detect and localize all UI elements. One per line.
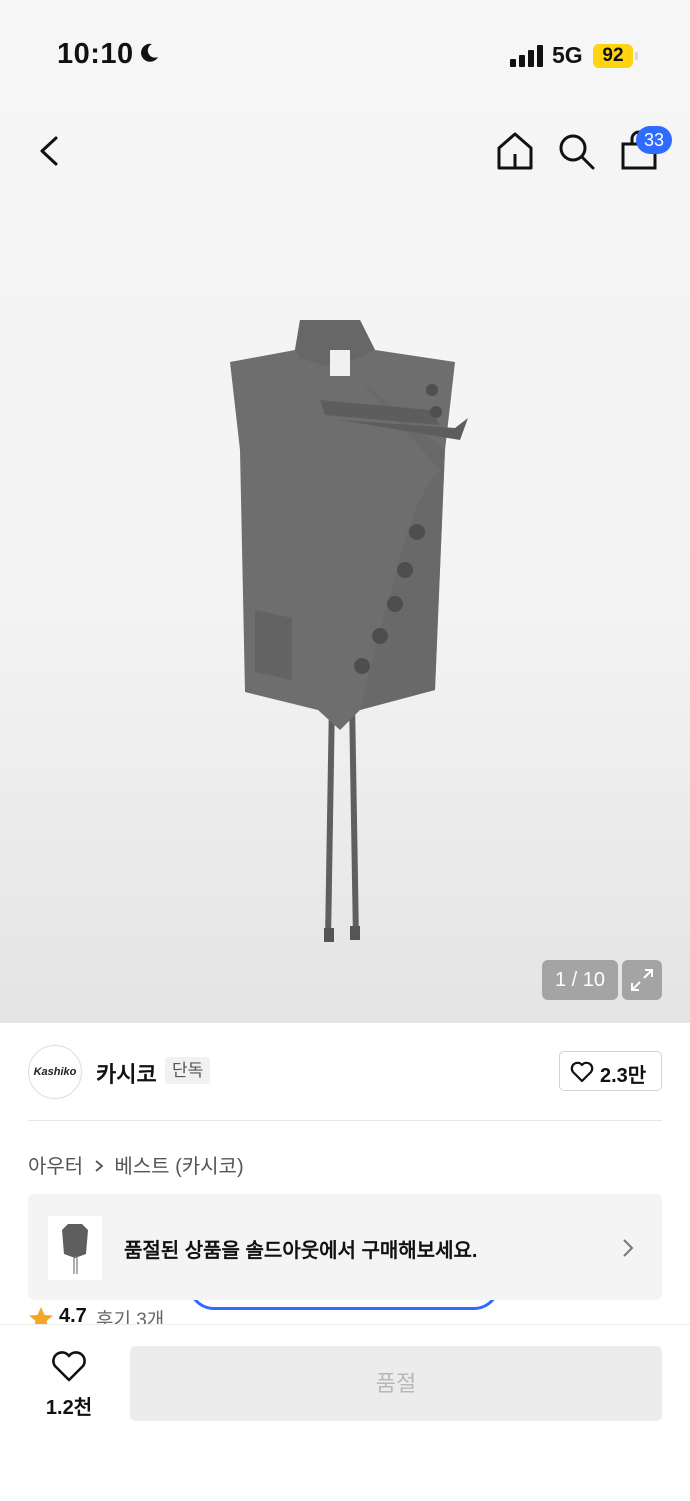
home-icon (497, 132, 533, 170)
cart-count-badge: 33 (636, 126, 672, 154)
image-counter: 1 / 10 (542, 960, 618, 1000)
home-button[interactable] (494, 130, 536, 172)
brand-name[interactable]: 카시코 (96, 1057, 157, 1089)
brand-like-count: 2.3만 (600, 1065, 647, 1087)
status-time: 10:10 (57, 38, 134, 70)
search-button[interactable] (555, 130, 597, 172)
breadcrumb: 아우터 베스트 (카시코) (28, 1150, 244, 1179)
network-type: 5G (552, 42, 583, 68)
chevron-right-icon (93, 1156, 105, 1179)
breadcrumb-item-outer[interactable]: 아우터 (28, 1156, 83, 1178)
brand-row: Kashiko 카시코 단독 2.3만 (0, 1030, 690, 1120)
soldout-banner[interactable]: 품절된 상품을 솔드아웃에서 구매해보세요. (28, 1194, 662, 1300)
battery-cap (635, 52, 638, 60)
back-icon (40, 136, 58, 166)
sold-out-button[interactable]: 품절 (130, 1346, 662, 1421)
banner-product-thumbnail (48, 1216, 102, 1280)
wish-count: 1.2천 (45, 1397, 93, 1419)
search-icon (559, 134, 595, 170)
divider (28, 1120, 662, 1121)
wishlist-button[interactable]: 1.2천 (38, 1351, 100, 1421)
soldout-banner-text: 품절된 상품을 솔드아웃에서 구매해보세요. (124, 1240, 478, 1262)
status-bar: 10:10 5G 92 (0, 0, 690, 110)
brand-like-button[interactable]: 2.3만 (559, 1051, 662, 1091)
back-button[interactable] (30, 128, 70, 174)
battery-level: 92 (593, 44, 633, 68)
chevron-right-icon (623, 1239, 634, 1257)
expand-icon[interactable] (622, 960, 662, 1000)
brand-logo[interactable]: Kashiko (28, 1045, 82, 1099)
product-image (230, 320, 468, 942)
breadcrumb-item-vest[interactable]: 베스트 (카시코) (114, 1156, 243, 1178)
heart-icon (52, 1351, 86, 1382)
heart-icon (570, 1061, 594, 1083)
bottom-action-bar: 1.2천 품절 (0, 1324, 690, 1501)
exclusive-badge: 단독 (165, 1057, 211, 1084)
signal-icon (510, 45, 543, 67)
moon-icon (141, 43, 158, 62)
